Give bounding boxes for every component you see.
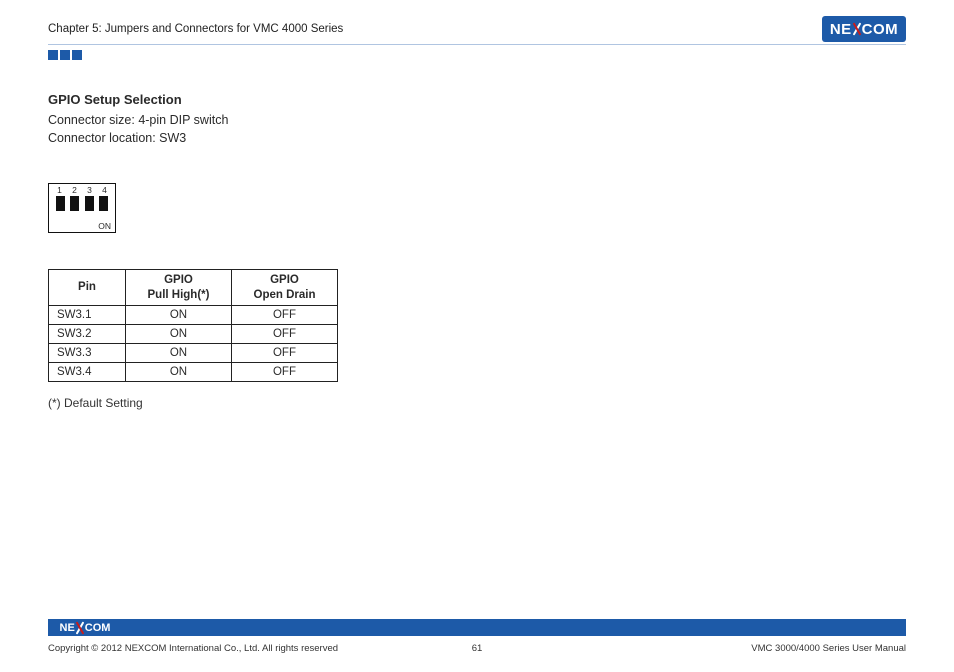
cell-pull: ON [126,325,232,344]
dip-on-label: ON [98,221,111,231]
dip-label-4: 4 [102,185,107,195]
chapter-title: Chapter 5: Jumpers and Connectors for VM… [48,23,343,35]
dip-label-3: 3 [87,185,92,195]
logo-left: NE [830,21,852,38]
table-row: SW3.3 ON OFF [49,344,338,363]
page-number: 61 [472,643,483,654]
logo-x-icon [75,621,85,635]
table-row: SW3.2 ON OFF [49,325,338,344]
table-row: SW3.1 ON OFF [49,306,338,325]
th-gpio-drain: GPIOOpen Drain [231,270,337,306]
dip-label-2: 2 [72,185,77,195]
logo-left: NE [60,622,75,634]
cell-drain: OFF [231,306,337,325]
section-heading: GPIO Setup Selection [48,92,906,107]
dip-switch-diagram: 1 2 3 4 ON [48,183,114,233]
cell-pull: ON [126,306,232,325]
dip-slider-4 [99,196,108,220]
gpio-setup-table: Pin GPIOPull High(*) GPIOOpen Drain SW3.… [48,269,338,382]
connector-size: Connector size: 4-pin DIP switch [48,111,906,129]
dip-label-1: 1 [57,185,62,195]
footer-copyright: Copyright © 2012 NEXCOM International Co… [48,643,338,654]
nexcom-logo: NE COM [822,16,906,42]
cell-pull: ON [126,363,232,382]
th-gpio-pull: GPIOPull High(*) [126,270,232,306]
cell-drain: OFF [231,325,337,344]
footer-bar: NE COM [48,619,906,636]
nexcom-logo-footer: NE COM [48,619,118,636]
decorative-squares [48,50,82,60]
cell-pin: SW3.2 [49,325,126,344]
th-pin: Pin [49,270,126,306]
cell-pull: ON [126,344,232,363]
cell-pin: SW3.3 [49,344,126,363]
table-row: SW3.4 ON OFF [49,363,338,382]
cell-drain: OFF [231,344,337,363]
connector-location: Connector location: SW3 [48,129,906,147]
dip-slider-2 [70,196,79,220]
dip-slider-1 [56,196,65,220]
cell-pin: SW3.1 [49,306,126,325]
cell-drain: OFF [231,363,337,382]
logo-x-icon [852,22,862,36]
logo-right: COM [862,21,899,38]
header-rule [48,44,906,45]
dip-slider-3 [85,196,94,220]
cell-pin: SW3.4 [49,363,126,382]
logo-right: COM [85,622,111,634]
default-setting-note: (*) Default Setting [48,396,906,410]
footer-manual-name: VMC 3000/4000 Series User Manual [751,643,906,654]
